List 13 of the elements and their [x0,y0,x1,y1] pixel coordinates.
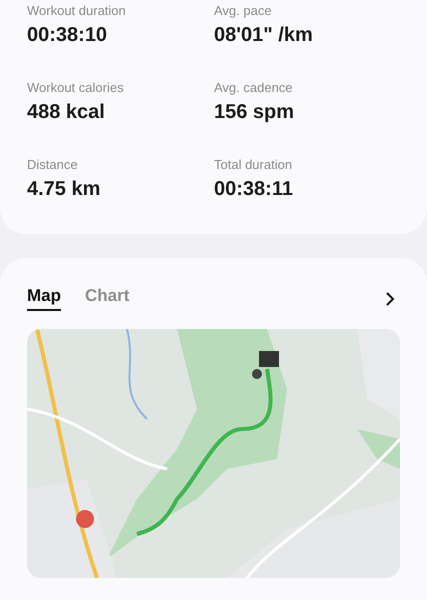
stat-value: 00:38:11 [214,178,294,201]
stat-label: Avg. cadence [214,80,294,95]
stat-label: Workout duration [27,3,127,18]
stat-value: 4.75 km [27,178,102,201]
stat-label: Total duration [214,157,294,172]
stat-label: Avg. pace [214,3,273,18]
stat-value: 00:38:10 [27,24,108,47]
stat-value: 156 spm [214,101,296,124]
stat-value: 08'01" /km [214,24,314,47]
stat-label: Distance [27,157,79,172]
stat-label: Workout calories [27,80,125,95]
tab[interactable]: Map [27,286,61,311]
stat-value: 488 kcal [27,101,106,124]
